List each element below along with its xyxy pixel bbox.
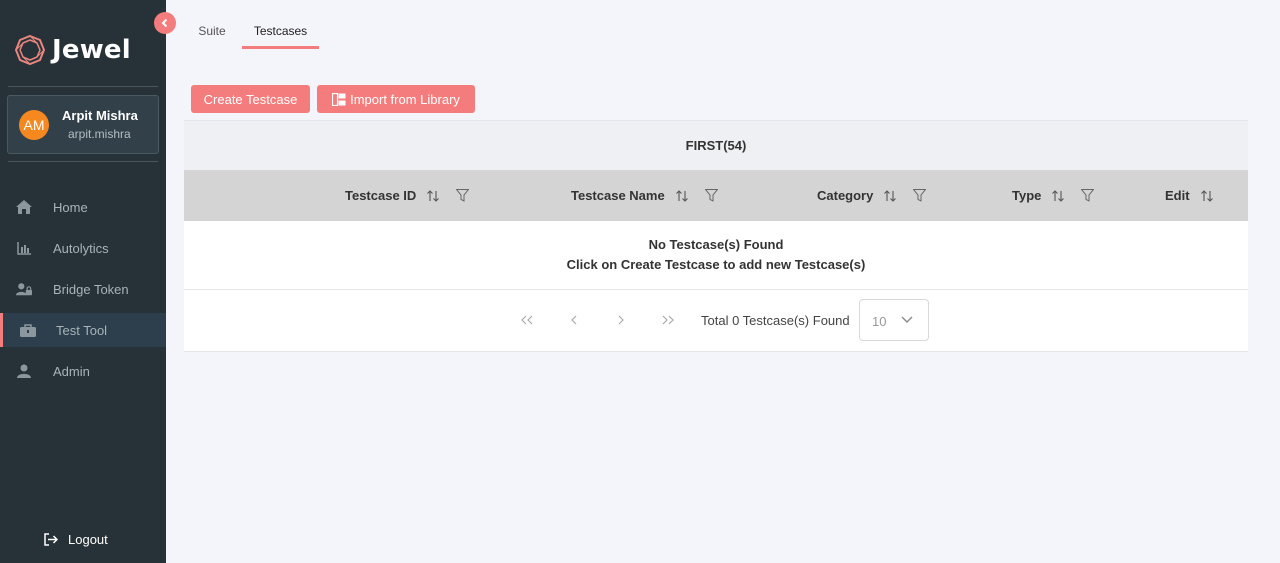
library-icon [332,92,346,106]
divider [8,86,158,87]
sidebar-item-home[interactable]: Home [0,190,166,224]
jewel-logo-icon [14,34,46,66]
tab-testcases[interactable]: Testcases [242,18,319,49]
sort-icon[interactable] [1200,189,1213,202]
sidebar-item-autolytics[interactable]: Autolytics [0,231,166,265]
sidebar: Jewel AM Arpit Mishra arpit.mishra Home … [0,0,166,563]
pagination: Total 0 Testcase(s) Found 10 [184,290,1248,352]
user-icon [16,363,32,379]
column-label: Edit [1165,188,1190,203]
page-size-value: 10 [872,314,887,329]
brand-name: Jewel [52,35,131,65]
create-testcase-button[interactable]: Create Testcase [191,85,310,113]
sort-icon[interactable] [427,189,440,202]
filter-icon[interactable] [1081,189,1095,202]
testcases-table: FIRST(54) Testcase ID Testcase Name Cate… [184,120,1248,352]
column-label: Testcase Name [571,188,665,203]
logout-label: Logout [68,531,108,547]
empty-state-hint: Click on Create Testcase to add new Test… [566,257,866,272]
chevron-left-icon [571,315,577,325]
last-page-button[interactable] [658,310,678,330]
sidebar-item-admin[interactable]: Admin [0,354,166,388]
tab-label: Testcases [253,24,308,38]
column-label: Testcase ID [345,188,417,203]
logout-button[interactable]: Logout [44,530,108,548]
button-label: Create Testcase [203,91,298,107]
pagination-total: Total 0 Testcase(s) Found [701,313,850,328]
column-header-testcase-name: Testcase Name [571,170,718,221]
double-chevron-left-icon [521,315,533,325]
filter-icon[interactable] [456,189,470,202]
user-handle: arpit.mishra [68,127,131,141]
button-label: Import from Library [350,91,460,107]
divider [8,161,158,162]
column-label: Category [817,188,874,203]
tab-label: Suite [198,24,226,38]
chevron-left-icon [161,18,168,28]
empty-state: No Testcase(s) Found Click on Create Tes… [184,221,1248,290]
sort-icon[interactable] [1052,189,1065,202]
next-page-button[interactable] [611,310,631,330]
sort-icon[interactable] [884,189,897,202]
chevron-right-icon [618,315,624,325]
tab-suite[interactable]: Suite [191,18,233,49]
page-size-select[interactable]: 10 [859,299,929,341]
table-group-title: FIRST(54) [184,120,1248,170]
user-card[interactable]: AM Arpit Mishra arpit.mishra [7,95,159,154]
avatar: AM [19,110,49,140]
home-icon [16,199,32,215]
filter-icon[interactable] [704,189,718,202]
filter-icon[interactable] [913,189,927,202]
column-header-category: Category [817,170,927,221]
sidebar-item-label: Admin [53,363,90,379]
table-header: Testcase ID Testcase Name Category Type … [184,170,1248,221]
double-chevron-right-icon [662,315,674,325]
column-header-type: Type [1012,170,1095,221]
bar-chart-icon [16,240,32,256]
group-title: FIRST(54) [685,138,747,153]
chevron-down-icon [900,312,914,331]
first-page-button[interactable] [517,310,537,330]
empty-state-title: No Testcase(s) Found [648,237,784,252]
collapse-sidebar-button[interactable] [154,12,176,34]
sort-icon[interactable] [675,189,688,202]
column-header-testcase-id: Testcase ID [345,170,470,221]
user-lock-icon [16,281,32,297]
brand-logo: Jewel [14,33,131,67]
column-label: Type [1012,188,1042,203]
import-from-library-button[interactable]: Import from Library [317,85,475,113]
toolbox-icon [20,322,36,338]
sidebar-item-label: Home [53,199,88,215]
sign-out-icon [44,532,58,546]
sidebar-item-test-tool[interactable]: Test Tool [0,313,166,347]
sidebar-item-label: Test Tool [56,322,108,338]
previous-page-button[interactable] [564,310,584,330]
user-name: Arpit Mishra [62,108,138,123]
sidebar-item-label: Autolytics [53,240,109,256]
sidebar-item-label: Bridge Token [53,281,129,297]
column-header-edit: Edit [1165,170,1213,221]
sidebar-item-bridge-token[interactable]: Bridge Token [0,272,166,306]
